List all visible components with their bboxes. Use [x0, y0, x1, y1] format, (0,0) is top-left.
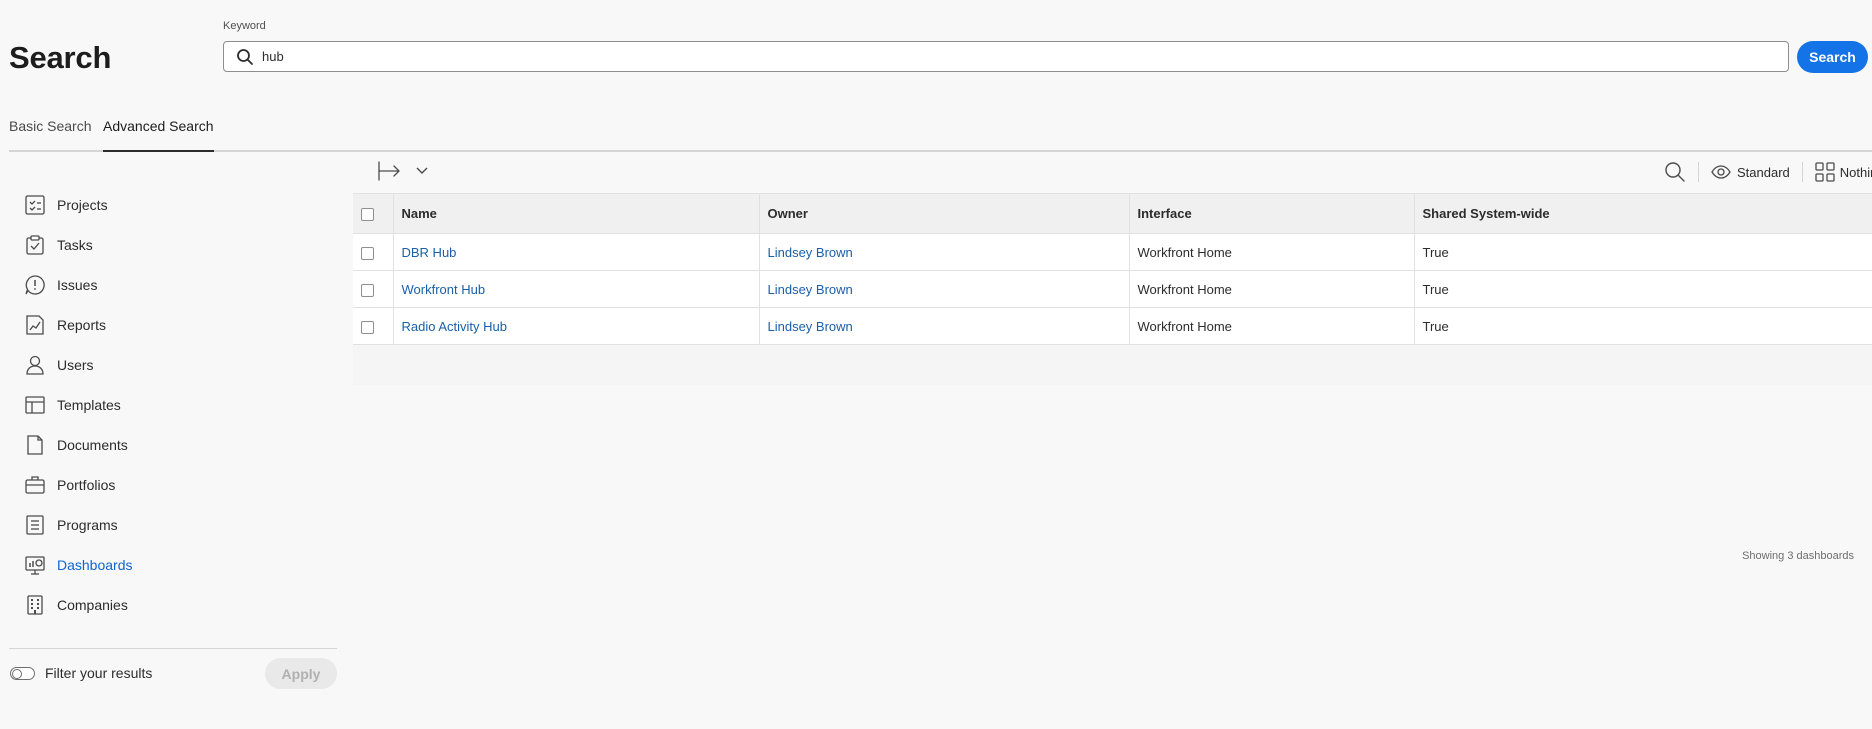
- documents-icon: [27, 435, 43, 455]
- search-button[interactable]: Search: [1797, 41, 1868, 73]
- sidebar-item-projects[interactable]: Projects: [24, 190, 108, 220]
- programs-icon: [26, 515, 44, 535]
- table-toolbar-left: [377, 160, 429, 182]
- sidebar-item-users[interactable]: Users: [24, 350, 94, 380]
- divider: [1801, 162, 1803, 182]
- sidebar-item-dashboards[interactable]: Dashboards: [24, 550, 133, 580]
- tab-advanced-search[interactable]: Advanced Search: [103, 118, 214, 152]
- sidebar-item-label: Templates: [57, 397, 121, 413]
- owner-link[interactable]: Lindsey Brown: [768, 282, 853, 297]
- filter-label: Filter your results: [45, 665, 153, 681]
- sidebar-item-label: Dashboards: [57, 557, 133, 573]
- chevron-down-icon[interactable]: [415, 166, 429, 176]
- sidebar-item-label: Issues: [57, 277, 98, 293]
- projects-icon: [25, 195, 45, 215]
- row-checkbox[interactable]: [361, 246, 374, 260]
- grouping-selector[interactable]: Nothing: [1840, 165, 1872, 180]
- templates-icon: [25, 396, 45, 414]
- results-table: Name Owner Interface Shared System-wide …: [353, 193, 1872, 562]
- sidebar-item-label: Users: [57, 357, 94, 373]
- sidebar-item-documents[interactable]: Documents: [24, 430, 128, 460]
- results-count: Showing 3 dashboards: [1742, 550, 1854, 562]
- owner-link[interactable]: Lindsey Brown: [768, 245, 853, 260]
- table-header-row: Name Owner Interface Shared System-wide: [353, 193, 1872, 234]
- sidebar-item-label: Projects: [57, 197, 108, 213]
- divider: [1698, 162, 1699, 182]
- search-input[interactable]: [262, 49, 1762, 64]
- column-header-owner[interactable]: Owner: [758, 193, 1129, 234]
- table-row: DBR Hub Lindsey Brown Workfront Home Tru…: [353, 233, 1872, 271]
- sidebar-item-label: Reports: [57, 317, 107, 333]
- apply-button[interactable]: Apply: [265, 658, 337, 689]
- issues-icon: [25, 275, 45, 295]
- search-tabs: Basic Search Advanced Search: [9, 118, 1872, 152]
- reports-icon: [26, 315, 44, 335]
- search-field[interactable]: [223, 41, 1789, 72]
- grid-icon: [1815, 162, 1835, 182]
- export-icon[interactable]: [377, 160, 403, 182]
- sidebar-item-templates[interactable]: Templates: [24, 390, 121, 420]
- filter-toggle[interactable]: [10, 667, 35, 680]
- dashboard-name-link[interactable]: Radio Activity Hub: [402, 319, 508, 334]
- sidebar-item-portfolios[interactable]: Portfolios: [24, 470, 115, 500]
- sidebar-item-label: Programs: [57, 517, 118, 533]
- divider: [9, 648, 337, 649]
- tab-basic-search[interactable]: Basic Search: [9, 118, 91, 134]
- sidebar-item-label: Tasks: [57, 237, 93, 253]
- search-icon: [237, 48, 253, 65]
- sidebar-item-programs[interactable]: Programs: [24, 510, 118, 540]
- row-checkbox[interactable]: [361, 320, 374, 334]
- table-row: Radio Activity Hub Lindsey Brown Workfro…: [353, 307, 1872, 345]
- dashboard-name-link[interactable]: DBR Hub: [402, 245, 457, 260]
- users-icon: [26, 355, 44, 375]
- sidebar-item-label: Documents: [57, 437, 128, 453]
- search-icon[interactable]: [1664, 161, 1686, 183]
- row-checkbox[interactable]: [361, 283, 374, 297]
- dashboard-name-link[interactable]: Workfront Hub: [402, 282, 486, 297]
- shared-cell: True: [1413, 270, 1872, 308]
- interface-cell: Workfront Home: [1128, 307, 1414, 345]
- sidebar-item-issues[interactable]: Issues: [24, 270, 97, 300]
- page-title: Search: [9, 40, 112, 75]
- eye-icon: [1711, 165, 1731, 179]
- sidebar-item-tasks[interactable]: Tasks: [24, 230, 93, 260]
- interface-cell: Workfront Home: [1128, 270, 1414, 308]
- companies-icon: [27, 595, 43, 615]
- column-header-shared[interactable]: Shared System-wide: [1413, 193, 1872, 234]
- portfolios-icon: [25, 476, 45, 494]
- sidebar-item-label: Companies: [57, 597, 128, 613]
- table-toolbar-right: Standard Nothing: [1664, 160, 1872, 184]
- interface-cell: Workfront Home: [1128, 233, 1414, 271]
- tasks-icon: [26, 235, 44, 255]
- sidebar-item-label: Portfolios: [57, 477, 116, 493]
- column-header-name[interactable]: Name: [392, 193, 759, 234]
- column-header-interface[interactable]: Interface: [1128, 193, 1414, 234]
- table-row: Workfront Hub Lindsey Brown Workfront Ho…: [353, 270, 1872, 308]
- keyword-label: Keyword: [223, 20, 266, 32]
- view-selector[interactable]: Standard: [1737, 165, 1790, 180]
- shared-cell: True: [1413, 307, 1872, 345]
- shared-cell: True: [1413, 233, 1872, 271]
- select-all-checkbox[interactable]: [361, 208, 374, 222]
- sidebar-item-reports[interactable]: Reports: [24, 310, 106, 340]
- owner-link[interactable]: Lindsey Brown: [768, 319, 853, 334]
- sidebar-item-companies[interactable]: Companies: [24, 590, 128, 620]
- dashboards-icon: [25, 556, 45, 575]
